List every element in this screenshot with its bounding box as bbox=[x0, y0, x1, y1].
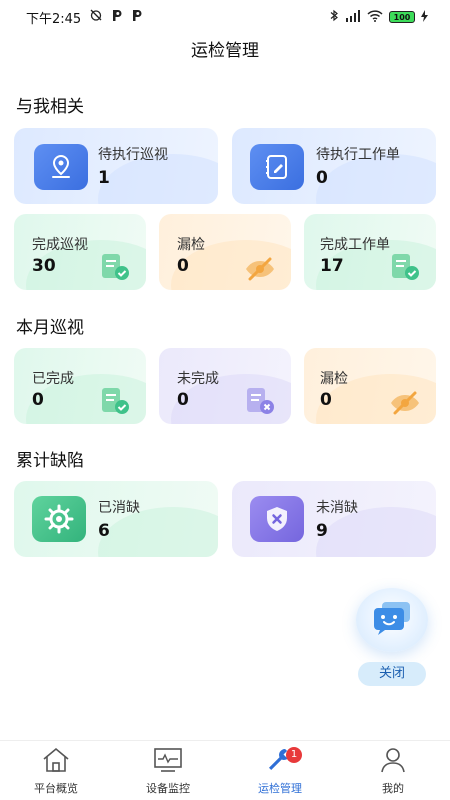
eye-off-icon bbox=[388, 386, 422, 416]
monitor-icon bbox=[153, 747, 183, 777]
card-value: 30 bbox=[32, 256, 56, 276]
bottom-tab-bar: 平台概览 设备监控 1 运检管理 我的 bbox=[0, 740, 450, 800]
eye-off-icon bbox=[243, 252, 277, 282]
location-pin-icon bbox=[34, 144, 88, 190]
document-cross-icon bbox=[243, 386, 277, 416]
card-done-workorder[interactable]: 完成工作单 17 bbox=[304, 214, 436, 290]
card-label: 完成工作单 bbox=[320, 237, 390, 253]
card-label: 漏检 bbox=[320, 371, 348, 387]
card-value: 0 bbox=[316, 168, 328, 188]
close-button[interactable]: 关闭 bbox=[358, 662, 426, 686]
card-value: 0 bbox=[177, 390, 189, 410]
shield-cross-icon bbox=[250, 496, 304, 542]
tab-device-monitor[interactable]: 设备监控 bbox=[118, 747, 218, 799]
notebook-edit-icon bbox=[250, 144, 304, 190]
tab-platform-overview[interactable]: 平台概览 bbox=[6, 747, 106, 799]
gear-wrench-icon bbox=[32, 496, 86, 542]
tab-maintenance-management[interactable]: 1 运检管理 bbox=[230, 747, 330, 799]
card-defects-not-eliminated[interactable]: 未消缺 9 bbox=[232, 481, 436, 557]
document-check-icon bbox=[388, 252, 422, 282]
card-pending-workorder[interactable]: 待执行工作单 0 bbox=[232, 128, 436, 204]
card-done-inspection[interactable]: 完成巡视 30 bbox=[14, 214, 146, 290]
tab-label: 我的 bbox=[382, 782, 404, 795]
page-title: 运检管理 bbox=[191, 41, 259, 61]
status-bar: 下午2:45 100 bbox=[0, 0, 450, 34]
user-icon bbox=[378, 747, 408, 777]
tab-badge: 1 bbox=[286, 747, 302, 763]
card-label: 已消缺 bbox=[98, 500, 140, 516]
parking-app-icon bbox=[131, 9, 143, 26]
wifi-icon bbox=[367, 9, 383, 25]
card-pending-inspection[interactable]: 待执行巡视 1 bbox=[14, 128, 218, 204]
section-title-monthly: 本月巡视 bbox=[16, 318, 84, 338]
status-right: 100 bbox=[330, 9, 428, 25]
card-missed[interactable]: 漏检 0 bbox=[159, 214, 291, 290]
bluetooth-icon bbox=[330, 9, 339, 25]
card-label: 完成巡视 bbox=[32, 237, 88, 253]
card-value: 9 bbox=[316, 521, 328, 541]
card-label: 已完成 bbox=[32, 371, 74, 387]
signal-icon bbox=[345, 9, 361, 25]
card-value: 6 bbox=[98, 521, 110, 541]
card-label: 漏检 bbox=[177, 237, 205, 253]
parking-app-icon bbox=[111, 9, 123, 26]
card-label: 待执行巡视 bbox=[98, 147, 168, 163]
tab-label: 设备监控 bbox=[146, 782, 190, 795]
alarm-off-icon bbox=[89, 8, 103, 26]
document-check-icon bbox=[98, 386, 132, 416]
tab-label: 平台概览 bbox=[34, 782, 78, 795]
card-label: 待执行工作单 bbox=[316, 147, 400, 163]
card-value: 0 bbox=[177, 256, 189, 276]
card-value: 0 bbox=[320, 390, 332, 410]
home-icon bbox=[41, 747, 71, 777]
tab-label: 运检管理 bbox=[258, 782, 302, 795]
chat-bubble-icon bbox=[370, 600, 414, 640]
card-value: 17 bbox=[320, 256, 344, 276]
status-left: 下午2:45 bbox=[26, 8, 143, 27]
card-monthly-uncompleted[interactable]: 未完成 0 bbox=[159, 348, 291, 424]
battery-icon: 100 bbox=[389, 11, 415, 23]
card-monthly-completed[interactable]: 已完成 0 bbox=[14, 348, 146, 424]
card-value: 1 bbox=[98, 168, 110, 188]
charging-icon bbox=[421, 9, 428, 25]
chat-assistant-button[interactable] bbox=[356, 588, 428, 652]
card-label: 未完成 bbox=[177, 371, 219, 387]
section-title-defects: 累计缺陷 bbox=[16, 451, 84, 471]
card-value: 0 bbox=[32, 390, 44, 410]
card-label: 未消缺 bbox=[316, 500, 358, 516]
tab-mine[interactable]: 我的 bbox=[343, 747, 443, 799]
status-time: 下午2:45 bbox=[26, 11, 82, 27]
card-monthly-missed[interactable]: 漏检 0 bbox=[304, 348, 436, 424]
section-title-related: 与我相关 bbox=[16, 97, 84, 117]
card-defects-eliminated[interactable]: 已消缺 6 bbox=[14, 481, 218, 557]
document-check-icon bbox=[98, 252, 132, 282]
